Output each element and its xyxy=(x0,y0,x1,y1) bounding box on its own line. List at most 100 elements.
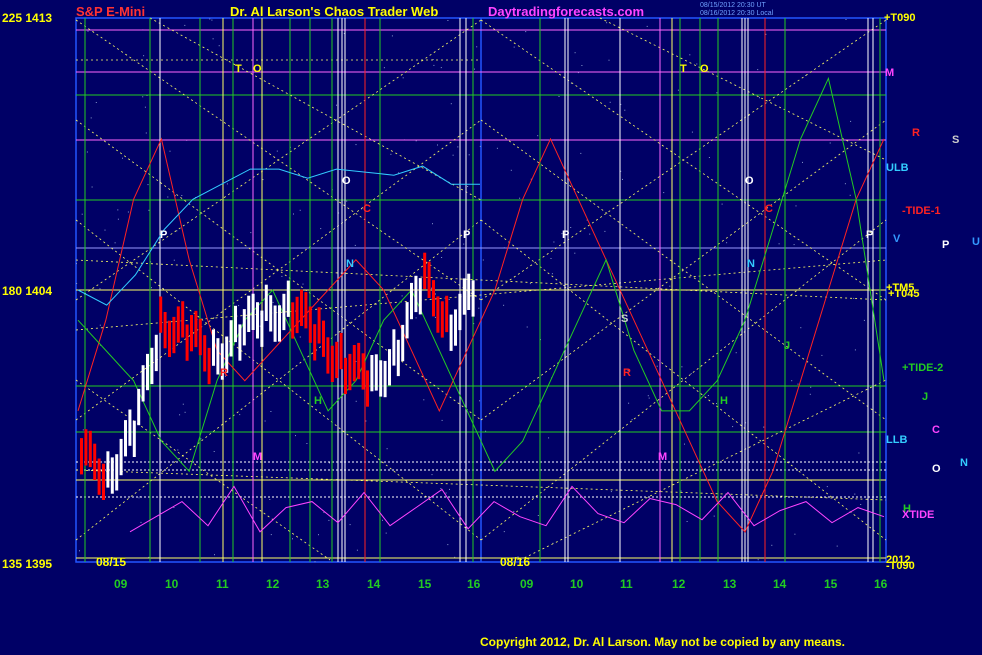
gann-diagonal xyxy=(599,17,887,161)
star-dot xyxy=(479,145,481,147)
price-bar xyxy=(414,275,418,313)
price-bar xyxy=(418,278,422,315)
annotation-letter: J xyxy=(922,391,928,403)
star-dot xyxy=(276,150,278,152)
star-dot xyxy=(478,307,480,309)
price-bar xyxy=(471,280,475,317)
star-dot xyxy=(200,438,202,440)
star-dot xyxy=(669,285,671,287)
star-dot xyxy=(302,283,304,285)
price-bar xyxy=(410,282,413,320)
star-dot xyxy=(757,559,759,561)
star-dot xyxy=(836,545,838,547)
star-dot xyxy=(452,154,454,156)
star-dot xyxy=(79,550,80,552)
price-bar xyxy=(454,309,457,346)
star-dot xyxy=(448,299,450,300)
star-dot xyxy=(553,241,555,243)
star-dot xyxy=(479,400,481,402)
star-dot xyxy=(631,419,633,421)
price-bar xyxy=(212,329,215,366)
star-dot xyxy=(329,462,330,464)
x-tick-label: 15 xyxy=(824,577,838,591)
x-tick-label: 14 xyxy=(367,577,381,591)
price-axis-mid: 180 1404 xyxy=(2,284,53,298)
x-tick-label: 15 xyxy=(418,577,432,591)
price-bar xyxy=(388,349,391,386)
right-label: -T090 xyxy=(886,560,915,572)
star-dot xyxy=(148,209,150,211)
price-bar xyxy=(282,293,286,331)
star-dot xyxy=(299,209,301,211)
star-dot xyxy=(574,252,576,254)
right-label: XTIDE xyxy=(902,509,934,521)
star-dot xyxy=(95,102,97,103)
star-dot xyxy=(732,426,734,428)
price-bar xyxy=(168,320,171,357)
site-name: Daytradingforecasts.com xyxy=(488,4,645,19)
star-dot xyxy=(696,63,698,65)
star-dot xyxy=(863,319,865,321)
star-dot xyxy=(558,96,560,97)
right-label: +T090 xyxy=(884,12,916,24)
symbol-title: S&P E-Mini xyxy=(76,4,146,19)
price-bar xyxy=(84,429,88,466)
price-bar xyxy=(339,332,343,370)
star-dot xyxy=(432,223,433,225)
price-bar xyxy=(427,261,431,298)
price-bar xyxy=(330,345,334,382)
star-dot xyxy=(663,192,665,194)
star-dot xyxy=(167,196,169,198)
price-bar xyxy=(132,420,136,457)
price-bar xyxy=(198,318,202,356)
star-dot xyxy=(689,54,691,56)
star-dot xyxy=(457,146,459,148)
price-bar xyxy=(449,314,453,351)
annotation-letter: P xyxy=(463,229,470,241)
star-dot xyxy=(606,22,608,24)
star-dot xyxy=(402,77,404,79)
star-dot xyxy=(226,183,228,185)
star-dot xyxy=(264,420,266,422)
star-dot xyxy=(143,55,145,57)
star-dot xyxy=(386,448,388,450)
date-label-1: 08/15 xyxy=(96,555,126,569)
star-dot xyxy=(433,64,435,66)
star-dot xyxy=(850,120,852,122)
price-bar xyxy=(150,347,154,385)
star-dot xyxy=(580,152,582,154)
star-dot xyxy=(440,67,442,69)
star-dot xyxy=(354,244,356,246)
gann-diagonal xyxy=(75,19,482,301)
x-tick-label: 09 xyxy=(114,577,128,591)
annotation-letter: S xyxy=(621,313,628,325)
price-bar xyxy=(286,280,290,317)
price-bar xyxy=(141,365,145,402)
price-bar xyxy=(300,289,303,326)
price-bar xyxy=(80,438,83,475)
star-dot xyxy=(82,429,84,431)
star-dot xyxy=(513,510,515,512)
star-dot xyxy=(250,232,252,234)
star-dot xyxy=(122,157,123,159)
annotation-letter: T xyxy=(680,63,687,75)
annotation-letter: H xyxy=(314,395,322,407)
price-bar xyxy=(172,316,176,354)
x-tick-label: 13 xyxy=(316,577,330,591)
price-bar xyxy=(247,295,251,332)
star-dot xyxy=(684,443,685,445)
annotation-letter: P xyxy=(942,239,949,251)
star-dot xyxy=(513,46,515,48)
price-bar xyxy=(383,360,387,398)
star-dot xyxy=(468,154,470,156)
price-bar xyxy=(119,438,123,476)
star-dot xyxy=(551,273,553,275)
annotation-letter: R xyxy=(220,367,228,379)
star-dot xyxy=(826,486,828,488)
timestamp-2: 08/16/2012 20:30 Local xyxy=(700,10,774,17)
star-dot xyxy=(144,106,146,108)
star-dot xyxy=(463,243,465,245)
star-dot xyxy=(708,157,710,158)
star-dot xyxy=(76,283,78,284)
star-dot xyxy=(184,24,186,26)
